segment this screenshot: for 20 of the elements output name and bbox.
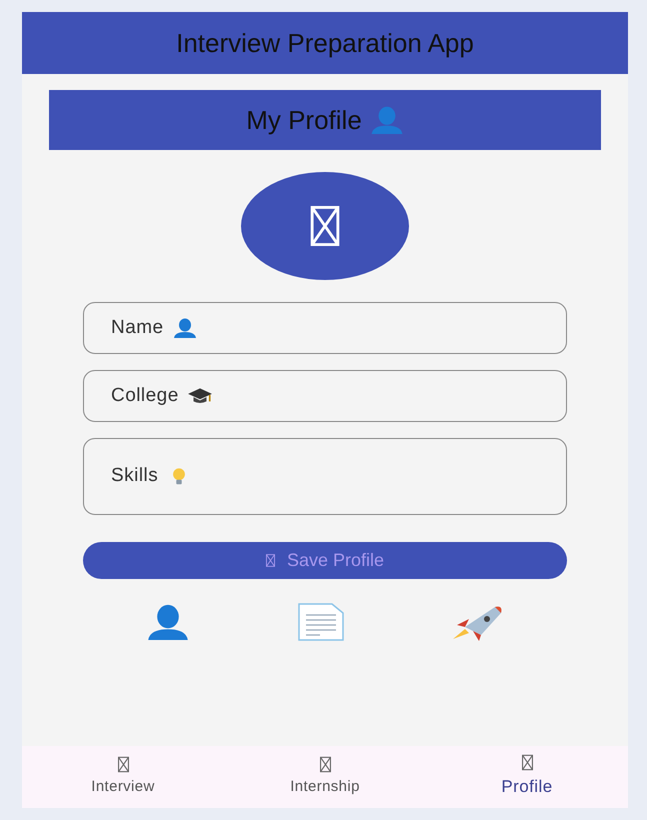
image-placeholder-icon <box>266 554 275 567</box>
image-placeholder-icon <box>310 206 340 246</box>
input-field[interactable]: College <box>83 370 567 422</box>
field-placeholder: College <box>111 384 179 408</box>
nav-tab[interactable]: Interview <box>22 746 224 808</box>
profile-title: My Profile <box>246 104 362 136</box>
field-placeholder: Skills <box>111 464 158 488</box>
tab-icon <box>522 754 532 772</box>
nav-tab[interactable]: Profile <box>426 746 628 808</box>
person-icon <box>370 106 404 134</box>
tab-icon <box>118 756 128 773</box>
input-field[interactable]: Skills <box>83 438 567 515</box>
app-title: Interview Preparation App <box>176 26 474 60</box>
tab-icon <box>320 756 330 773</box>
field-placeholder: Name <box>111 316 164 340</box>
graduation-cap-icon <box>186 386 213 406</box>
input-field[interactable]: Name <box>83 302 567 354</box>
document-icon <box>298 603 344 641</box>
person-icon <box>172 318 198 338</box>
nav-tab[interactable]: Internship <box>224 746 426 808</box>
